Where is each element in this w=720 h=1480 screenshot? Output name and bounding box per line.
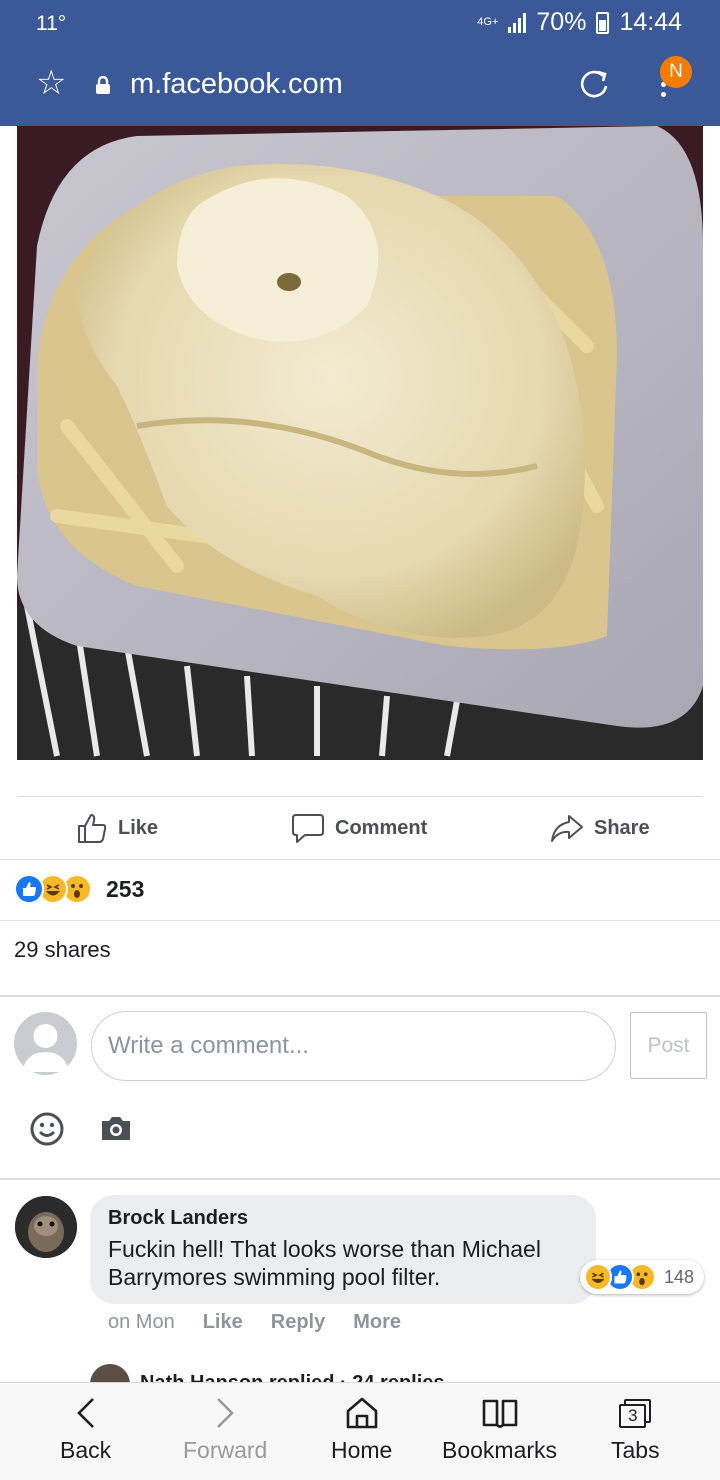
comment-reaction-count: 148	[664, 1266, 695, 1287]
tab-count: 3	[619, 1404, 647, 1428]
bookmark-star-icon[interactable]: ☆	[36, 66, 66, 100]
emoji-icon[interactable]	[30, 1112, 64, 1146]
comment-input[interactable]	[91, 1011, 616, 1081]
chevron-right-icon	[217, 1398, 235, 1428]
home-icon	[346, 1397, 377, 1429]
post-button[interactable]: Post	[630, 1012, 707, 1079]
divider	[17, 796, 703, 797]
camera-icon[interactable]	[100, 1114, 132, 1142]
comment-label: Comment	[335, 816, 428, 839]
back-button[interactable]: Back	[60, 1395, 111, 1464]
comment-author[interactable]: Brock Landers	[108, 1205, 578, 1231]
browser-top-bar: 11° 4G+ 70% 14:44 ☆ m.facebook.com N	[0, 0, 720, 126]
like-button[interactable]: Like	[76, 808, 158, 848]
forward-label: Forward	[183, 1437, 268, 1463]
comment-button[interactable]: Comment	[291, 808, 427, 848]
shares-count[interactable]: 29 shares	[14, 937, 111, 963]
signal-icon	[508, 12, 527, 33]
divider	[0, 995, 720, 997]
comment-reactions[interactable]: 148	[580, 1260, 704, 1294]
reload-icon[interactable]	[576, 66, 612, 102]
bookmarks-book-icon	[482, 1399, 517, 1428]
bookmarks-button[interactable]: Bookmarks	[442, 1395, 557, 1464]
home-label: Home	[331, 1437, 393, 1463]
chevron-left-icon	[76, 1398, 94, 1428]
food-illustration	[17, 126, 703, 760]
tabs-label: Tabs	[611, 1437, 660, 1463]
forward-button[interactable]: Forward	[183, 1395, 267, 1464]
battery-percent: 70%	[536, 8, 587, 36]
url-field[interactable]: m.facebook.com	[130, 68, 343, 101]
reaction-count: 253	[106, 875, 145, 902]
tabs-icon: 3	[615, 1395, 655, 1431]
comment-time[interactable]: on Mon	[108, 1311, 175, 1334]
share-label: Share	[594, 816, 650, 839]
notification-badge: N	[660, 56, 692, 88]
status-indicators: 4G+ 70% 14:44	[477, 8, 682, 37]
bookmarks-label: Bookmarks	[442, 1437, 558, 1463]
browser-bottom-nav: Back Forward Home Bookmarks 3 Tabs	[0, 1382, 720, 1480]
share-button[interactable]: Share	[550, 808, 650, 848]
share-arrow-icon	[551, 815, 583, 842]
comment-reply-link[interactable]: Reply	[271, 1311, 325, 1334]
user-avatar	[14, 1012, 77, 1075]
thumbs-up-icon	[78, 814, 107, 843]
reply-avatar	[90, 1364, 130, 1384]
comment-bubble-icon	[292, 814, 324, 843]
commenter-avatar[interactable]	[15, 1196, 77, 1258]
divider	[0, 920, 720, 921]
divider	[0, 859, 720, 860]
divider	[0, 1178, 720, 1180]
home-button[interactable]: Home	[331, 1395, 392, 1464]
comment-like-link[interactable]: Like	[203, 1311, 243, 1334]
post-photo[interactable]	[17, 126, 703, 760]
comment-meta: on Mon Like Reply More	[108, 1311, 401, 1334]
like-reaction-icon	[14, 874, 44, 904]
comment-more-link[interactable]: More	[353, 1311, 401, 1334]
haha-reaction-icon	[584, 1263, 612, 1291]
network-indicator: 4G+	[477, 16, 499, 28]
reactions-summary[interactable]: 253	[14, 872, 144, 906]
clock: 14:44	[619, 8, 682, 36]
back-label: Back	[60, 1437, 112, 1463]
lock-icon	[96, 76, 110, 94]
like-label: Like	[118, 816, 159, 839]
comment-text: Fuckin hell! That looks worse than Micha…	[108, 1236, 541, 1290]
status-temperature: 11°	[36, 12, 67, 35]
battery-icon	[596, 11, 610, 34]
tabs-button[interactable]: 3 Tabs	[611, 1395, 660, 1464]
reply-preview[interactable]: Nath Hanson replied · 24 replies	[90, 1364, 490, 1384]
comment-bubble: Brock Landers Fuckin hell! That looks wo…	[90, 1195, 596, 1304]
